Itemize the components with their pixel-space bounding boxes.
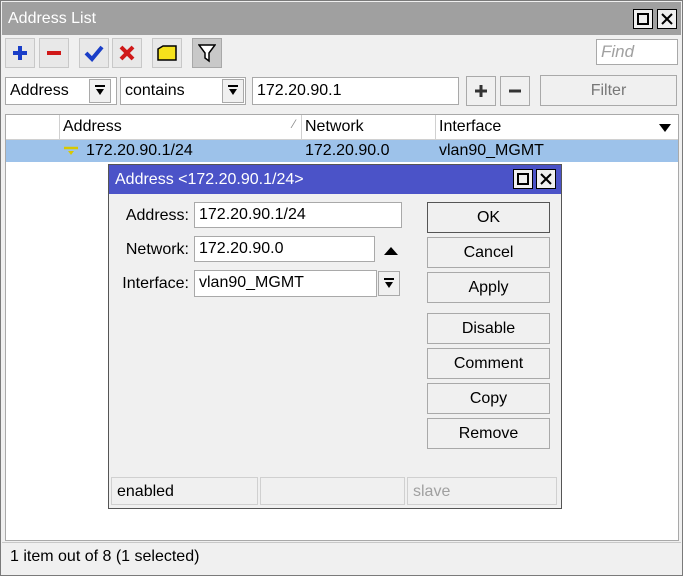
minus-icon	[47, 51, 61, 55]
filter-add-condition-button[interactable]	[466, 76, 496, 106]
minus-icon	[509, 89, 521, 93]
sort-indicator-icon: ⁄	[292, 117, 295, 131]
comment-note-icon	[157, 45, 177, 61]
remove-button[interactable]: Remove	[427, 418, 550, 449]
network-field[interactable]: 172.20.90.0	[194, 236, 375, 262]
network-label: Network:	[125, 241, 189, 258]
dialog-maximize-button[interactable]	[513, 169, 533, 189]
filter-field-dropdown-button[interactable]	[89, 79, 111, 103]
status-text: 1 item out of 8 (1 selected)	[10, 548, 200, 565]
address-list-window: Address List Find Address contains 172.2…	[0, 0, 683, 576]
address-field[interactable]: 172.20.90.1/24	[194, 202, 402, 228]
filter-button[interactable]: Filter	[540, 75, 677, 106]
x-icon	[119, 45, 135, 61]
close-icon	[661, 13, 673, 25]
funnel-icon	[198, 44, 216, 63]
dialog-title: Address <172.20.90.1/24>	[115, 171, 304, 188]
copy-button[interactable]: Copy	[427, 383, 550, 414]
filter-remove-condition-button[interactable]	[500, 76, 530, 106]
plus-icon	[13, 46, 27, 60]
window-title-bar[interactable]: Address List	[2, 2, 681, 35]
close-icon	[540, 173, 552, 185]
comment-button[interactable]	[152, 38, 182, 68]
column-header-address[interactable]: Address ⁄	[60, 115, 302, 140]
close-button[interactable]	[657, 9, 677, 29]
table-row[interactable]: 172.20.90.1/24 172.20.90.0 vlan90_MGMT	[6, 140, 678, 162]
checkmark-icon	[84, 45, 104, 62]
filter-field-value: Address	[10, 82, 69, 99]
enable-button[interactable]	[79, 38, 109, 68]
column-header-network[interactable]: Network	[302, 115, 436, 140]
dialog-status-enabled: enabled	[111, 477, 258, 505]
address-entry-icon	[64, 146, 78, 155]
dialog-status-slave: slave	[407, 477, 557, 505]
row-address: 172.20.90.1/24	[86, 142, 193, 159]
columns-menu-icon[interactable]	[658, 123, 672, 133]
dropdown-arrow-icon	[95, 85, 105, 95]
column-header-interface[interactable]: Interface	[436, 115, 678, 140]
filter-toggle-button[interactable]	[192, 38, 222, 68]
disable-button[interactable]: Disable	[427, 313, 550, 344]
maximize-icon	[637, 13, 649, 25]
interface-select[interactable]: vlan90_MGMT	[194, 270, 377, 297]
interface-dropdown-button[interactable]	[378, 271, 400, 296]
row-interface: vlan90_MGMT	[439, 142, 544, 159]
window-title: Address List	[8, 10, 97, 27]
filter-operator-dropdown-button[interactable]	[222, 79, 244, 103]
apply-button[interactable]: Apply	[427, 272, 550, 303]
dialog-close-button[interactable]	[536, 169, 556, 189]
row-network: 172.20.90.0	[305, 142, 390, 159]
address-edit-dialog: Address <172.20.90.1/24> Address: 172.20…	[108, 164, 562, 509]
filter-value-text: 172.20.90.1	[257, 82, 342, 99]
dropdown-arrow-icon	[228, 85, 238, 95]
plus-icon	[475, 85, 487, 97]
dialog-status-middle	[260, 477, 405, 505]
disable-button[interactable]	[112, 38, 142, 68]
address-label: Address:	[125, 207, 189, 224]
dialog-title-bar[interactable]: Address <172.20.90.1/24>	[109, 165, 561, 194]
status-bar: 1 item out of 8 (1 selected)	[2, 542, 681, 574]
comment-button[interactable]: Comment	[427, 348, 550, 379]
maximize-button[interactable]	[633, 9, 653, 29]
column-header-blank[interactable]	[6, 115, 60, 140]
remove-button[interactable]	[39, 38, 69, 68]
interface-label: Interface:	[122, 275, 189, 292]
ok-button[interactable]: OK	[427, 202, 550, 233]
filter-value-input[interactable]: 172.20.90.1	[252, 77, 459, 105]
dropdown-arrow-icon	[384, 277, 394, 288]
filter-operator-value: contains	[125, 82, 185, 99]
cancel-button[interactable]: Cancel	[427, 237, 550, 268]
find-input[interactable]: Find	[596, 39, 678, 65]
maximize-icon	[517, 173, 529, 185]
collapse-up-arrow-icon[interactable]	[383, 245, 399, 257]
add-button[interactable]	[5, 38, 35, 68]
